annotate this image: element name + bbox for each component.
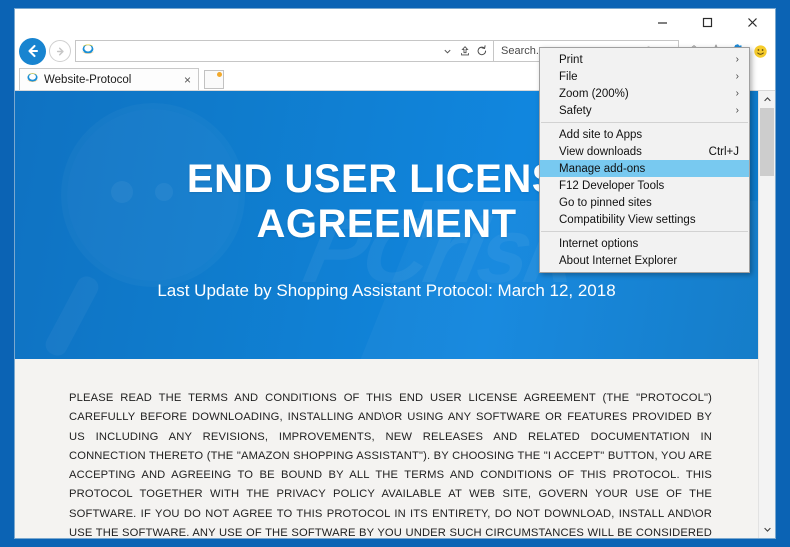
internet-explorer-icon [81,42,95,61]
menu-item-safety[interactable]: Safety › [540,102,749,119]
menu-item-label: Zoom (200%) [559,87,629,100]
menu-item-f12-developer-tools[interactable]: F12 Developer Tools [540,177,749,194]
menu-item-label: Compatibility View settings [559,213,696,226]
menu-item-zoom-200[interactable]: Zoom (200%) › [540,85,749,102]
menu-item-compatibility-view-settings[interactable]: Compatibility View settings [540,211,749,228]
back-button-icon[interactable] [19,37,46,65]
menu-item-label: Go to pinned sites [559,196,652,209]
menu-separator [541,231,748,232]
submenu-chevron-right-icon: › [735,88,739,99]
refresh-icon[interactable] [473,41,490,61]
menu-item-label: Print [559,53,583,66]
submenu-chevron-right-icon: › [735,71,739,82]
menu-item-manage-add-ons[interactable]: Manage add-ons [540,160,749,177]
menu-item-about-internet-explorer[interactable]: About Internet Explorer [540,252,749,269]
page-body: PCrisk PLEASE READ THE TERMS AND CONDITI… [15,359,758,538]
menu-item-label: Internet options [559,237,639,250]
menu-item-file[interactable]: File › [540,68,749,85]
submenu-chevron-right-icon: › [735,54,739,65]
browser-tab[interactable]: Website-Protocol × [19,68,199,90]
menu-item-add-site-to-apps[interactable]: Add site to Apps [540,126,749,143]
forward-button-icon[interactable] [49,40,71,62]
smiley-feedback-icon[interactable] [751,42,769,60]
submenu-chevron-right-icon: › [735,105,739,116]
chevron-down-icon[interactable] [439,41,456,61]
compatibility-view-icon[interactable] [456,41,473,61]
tab-title: Website-Protocol [44,73,132,86]
scroll-down-arrow-icon[interactable] [759,521,775,538]
maximize-button[interactable] [685,9,730,35]
new-tab-button[interactable] [204,70,224,89]
menu-item-internet-options[interactable]: Internet options [540,235,749,252]
menu-item-label: View downloads [559,145,642,158]
menu-item-print[interactable]: Print › [540,51,749,68]
tab-close-icon[interactable]: × [181,73,194,87]
address-bar[interactable] [75,40,494,62]
title-bar [15,9,775,35]
menu-item-shortcut: Ctrl+J [708,145,739,158]
eula-paragraph: PLEASE READ THE TERMS AND CONDITIONS OF … [69,392,712,538]
minimize-button[interactable] [640,9,685,35]
close-button[interactable] [730,9,775,35]
page-scrollbar[interactable] [758,91,775,538]
menu-item-label: File [559,70,578,83]
menu-item-label: Add site to Apps [559,128,643,141]
scrollbar-thumb[interactable] [760,108,774,176]
scrollbar-track[interactable] [759,108,775,521]
menu-item-view-downloads[interactable]: View downloads Ctrl+J [540,143,749,160]
menu-item-label: Manage add-ons [559,162,646,175]
tools-dropdown-menu[interactable]: Print › File › Zoom (200%) › Safety › Add site t… [539,47,750,273]
menu-item-label: F12 Developer Tools [559,179,665,192]
menu-item-label: About Internet Explorer [559,254,678,267]
menu-item-label: Safety [559,104,592,117]
desktop-background: Search... Website-Protocol × PCrisk END … [0,0,790,547]
scroll-up-arrow-icon[interactable] [759,91,775,108]
menu-item-go-to-pinned-sites[interactable]: Go to pinned sites [540,194,749,211]
tab-favicon-internet-explorer-icon [26,71,39,89]
menu-separator [541,122,748,123]
